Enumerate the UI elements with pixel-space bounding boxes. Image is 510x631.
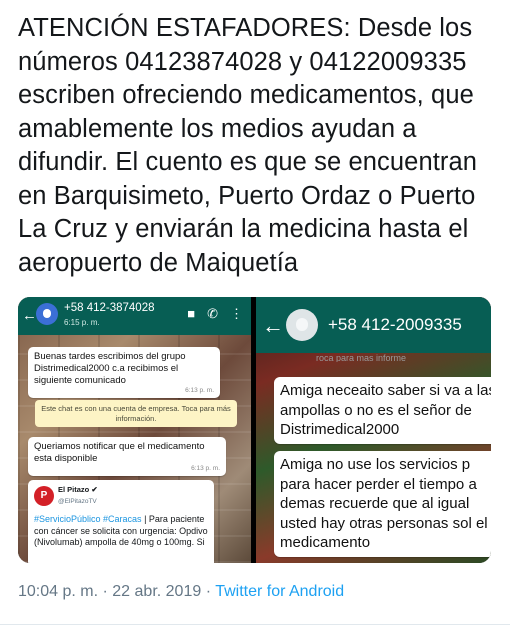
avatar[interactable] <box>36 303 58 325</box>
embedded-hashtags[interactable]: #ServicioPúblico #Caracas <box>34 514 142 524</box>
tweet-date: 22 abr. 2019 <box>112 583 202 600</box>
back-arrow-icon[interactable]: ← <box>262 313 284 339</box>
tweet-time: 10:04 p. m. <box>18 583 99 600</box>
last-seen: 6:15 p. m. <box>64 318 100 327</box>
chat-header: ← +58 412-3874028 6:15 p. m. ■ ✆ ⋮ <box>18 297 251 335</box>
chat-message: Buenas tardes escribimos del grupo Distr… <box>28 347 220 398</box>
whatsapp-screenshot-1[interactable]: ← +58 412-3874028 6:15 p. m. ■ ✆ ⋮ Buena… <box>18 297 251 563</box>
message-time: 6:13 p. m. <box>191 465 220 472</box>
forwarded-tweet-message[interactable]: P El Pitazo ✔ @ElPitazoTV #ServicioPúbli… <box>28 480 214 563</box>
back-arrow-icon[interactable]: ← <box>22 307 37 324</box>
message-text: Amiga neceaito saber si va a las ampolla… <box>280 382 491 438</box>
whatsapp-screenshot-2[interactable]: ← +58 412-2009335 roca para mas informe … <box>256 297 491 563</box>
phone-call-icon[interactable]: ✆ <box>207 306 218 322</box>
tweet-media[interactable]: ← +58 412-3874028 6:15 p. m. ■ ✆ ⋮ Buena… <box>18 297 491 563</box>
avatar[interactable] <box>286 309 318 341</box>
tweet-text: ATENCIÓN ESTAFADORES: Desde los números … <box>18 14 478 277</box>
el-pitazo-logo: P <box>34 486 54 506</box>
chat-message: Amiga no use los servicios p para hacer … <box>274 451 491 557</box>
message-text: Queriamos notificar que el medicamento e… <box>34 441 205 464</box>
video-call-icon[interactable]: ■ <box>187 306 195 322</box>
chat-message: Queriamos notificar que el medicamento e… <box>28 437 226 476</box>
divider <box>0 624 510 625</box>
embedded-account-name: El Pitazo ✔ <box>58 485 98 494</box>
business-account-notice[interactable]: Este chat es con una cuenta de empresa. … <box>35 400 237 427</box>
embedded-account-handle: @ElPitazoTV <box>58 498 97 505</box>
cut-off-message: roca para mas informe <box>316 354 407 362</box>
meta-separator: · <box>102 583 108 600</box>
contact-phone[interactable]: +58 412-2009335 <box>328 315 462 335</box>
tweet-metadata: 10:04 p. m. · 22 abr. 2019 · Twitter for… <box>18 583 344 601</box>
contact-phone[interactable]: +58 412-3874028 <box>64 302 155 314</box>
message-time: 6:13 p. m. <box>185 387 214 394</box>
message-text: Amiga no use los servicios p para hacer … <box>280 456 488 551</box>
chat-message: Amiga neceaito saber si va a las ampolla… <box>274 377 491 444</box>
meta-separator: · <box>205 583 212 600</box>
chat-header: ← +58 412-2009335 <box>256 297 491 353</box>
tweet-source-link[interactable]: Twitter for Android <box>215 583 344 600</box>
message-text: Buenas tardes escribimos del grupo Distr… <box>34 351 186 386</box>
more-options-icon[interactable]: ⋮ <box>230 306 243 322</box>
